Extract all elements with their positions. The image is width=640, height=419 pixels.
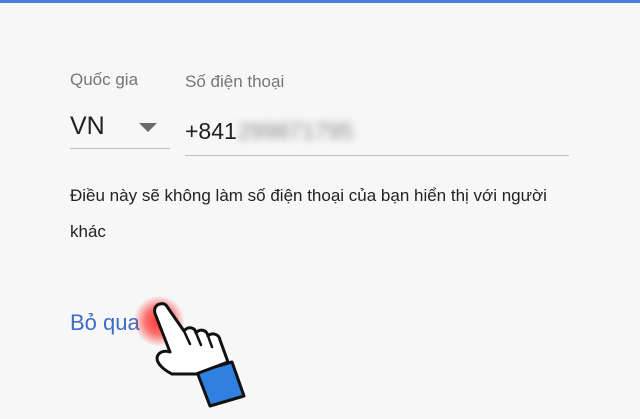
skip-button[interactable]: Bỏ qua: [70, 310, 140, 336]
hand-pointer-icon: [153, 302, 246, 408]
privacy-notice: Điều này sẽ không làm số điện thoại của …: [70, 186, 547, 241]
phone-prefix: +841: [185, 118, 237, 144]
phone-number-input[interactable]: +841 299871795: [185, 108, 569, 156]
phone-number-blurred: 299871795: [238, 118, 354, 144]
caret-down-icon: [139, 123, 157, 132]
country-label: Quốc gia: [70, 70, 139, 89]
top-accent-bar: [0, 0, 640, 3]
country-select[interactable]: VN: [70, 108, 170, 149]
phone-label: Số điện thoại: [185, 72, 285, 91]
country-value: VN: [70, 112, 105, 140]
